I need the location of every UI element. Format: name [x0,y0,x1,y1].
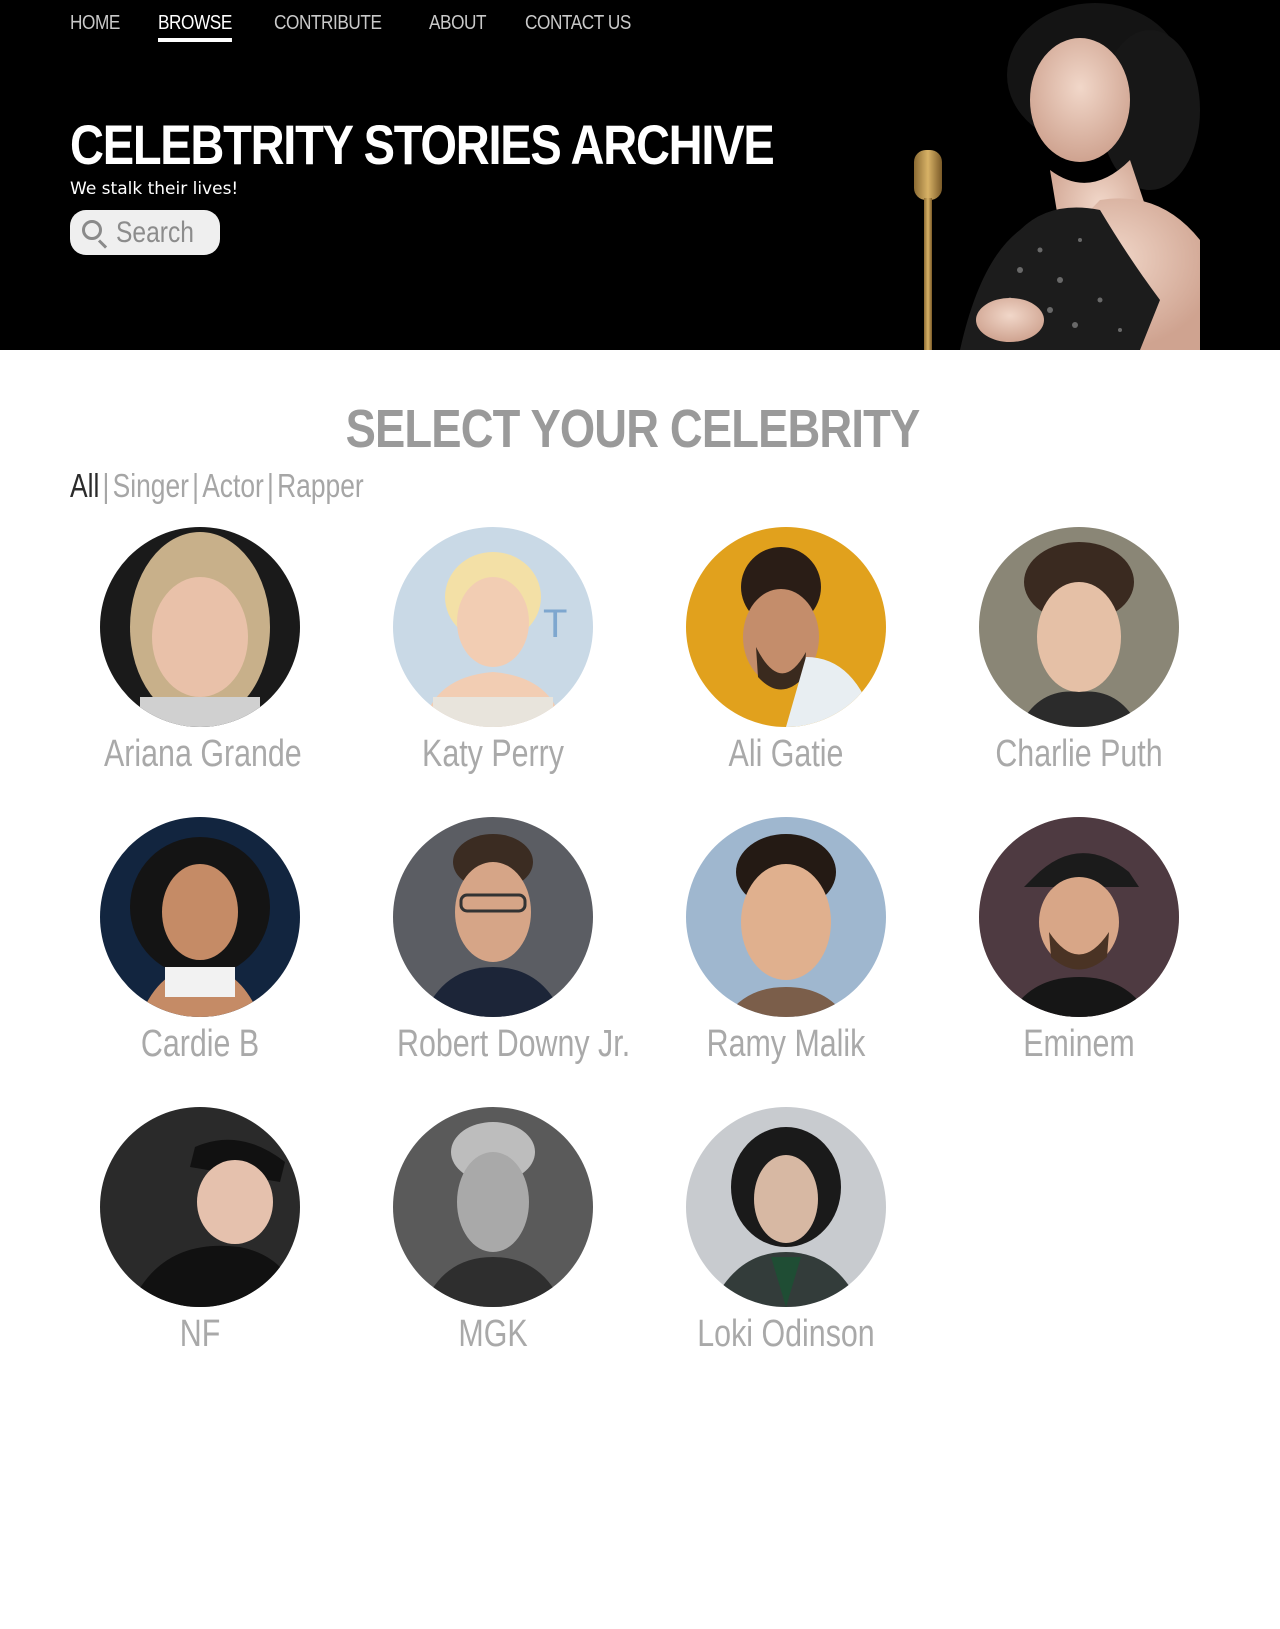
celebrity-card[interactable]: T Katy Perry [373,527,613,776]
celebrity-card[interactable]: Loki Odinson [666,1107,906,1356]
celebrity-photo [100,1107,300,1307]
svg-text:T: T [543,602,567,646]
celebrity-grid: Ariana Grande T Katy Perry Ali Gatie Cha… [0,0,1280,1629]
celebrity-name: Robert Downy Jr. [397,1023,631,1065]
celebrity-photo: T [393,527,593,727]
celebrity-card[interactable]: Robert Downy Jr. [373,817,631,1066]
celebrity-name: Ali Gatie [728,733,844,775]
celebrity-photo [100,817,300,1017]
celebrity-card[interactable]: Ariana Grande [80,527,320,776]
celebrity-name: Loki Odinson [697,1313,875,1355]
celebrity-name: Ramy Malik [706,1023,866,1065]
celebrity-card[interactable]: MGK [373,1107,613,1356]
celebrity-card[interactable]: Cardie B [80,817,320,1066]
celebrity-photo [393,817,593,1017]
celebrity-photo [100,527,300,727]
celebrity-card[interactable]: Ramy Malik [666,817,906,1066]
celebrity-photo [393,1107,593,1307]
celebrity-photo [979,817,1179,1017]
celebrity-name: MGK [458,1313,528,1355]
celebrity-photo [979,527,1179,727]
celebrity-name: Cardie B [140,1023,260,1065]
celebrity-card[interactable]: Eminem [959,817,1199,1066]
celebrity-photo [686,1107,886,1307]
celebrity-name: Katy Perry [422,733,564,775]
celebrity-name: Charlie Puth [995,733,1163,775]
celebrity-name: Ariana Grande [104,733,302,775]
celebrity-card[interactable]: NF [80,1107,320,1356]
celebrity-photo [686,817,886,1017]
celebrity-card[interactable]: Charlie Puth [959,527,1199,776]
celebrity-photo [686,527,886,727]
celebrity-name: NF [179,1313,221,1355]
celebrity-card[interactable]: Ali Gatie [666,527,906,776]
celebrity-name: Eminem [1023,1023,1135,1065]
